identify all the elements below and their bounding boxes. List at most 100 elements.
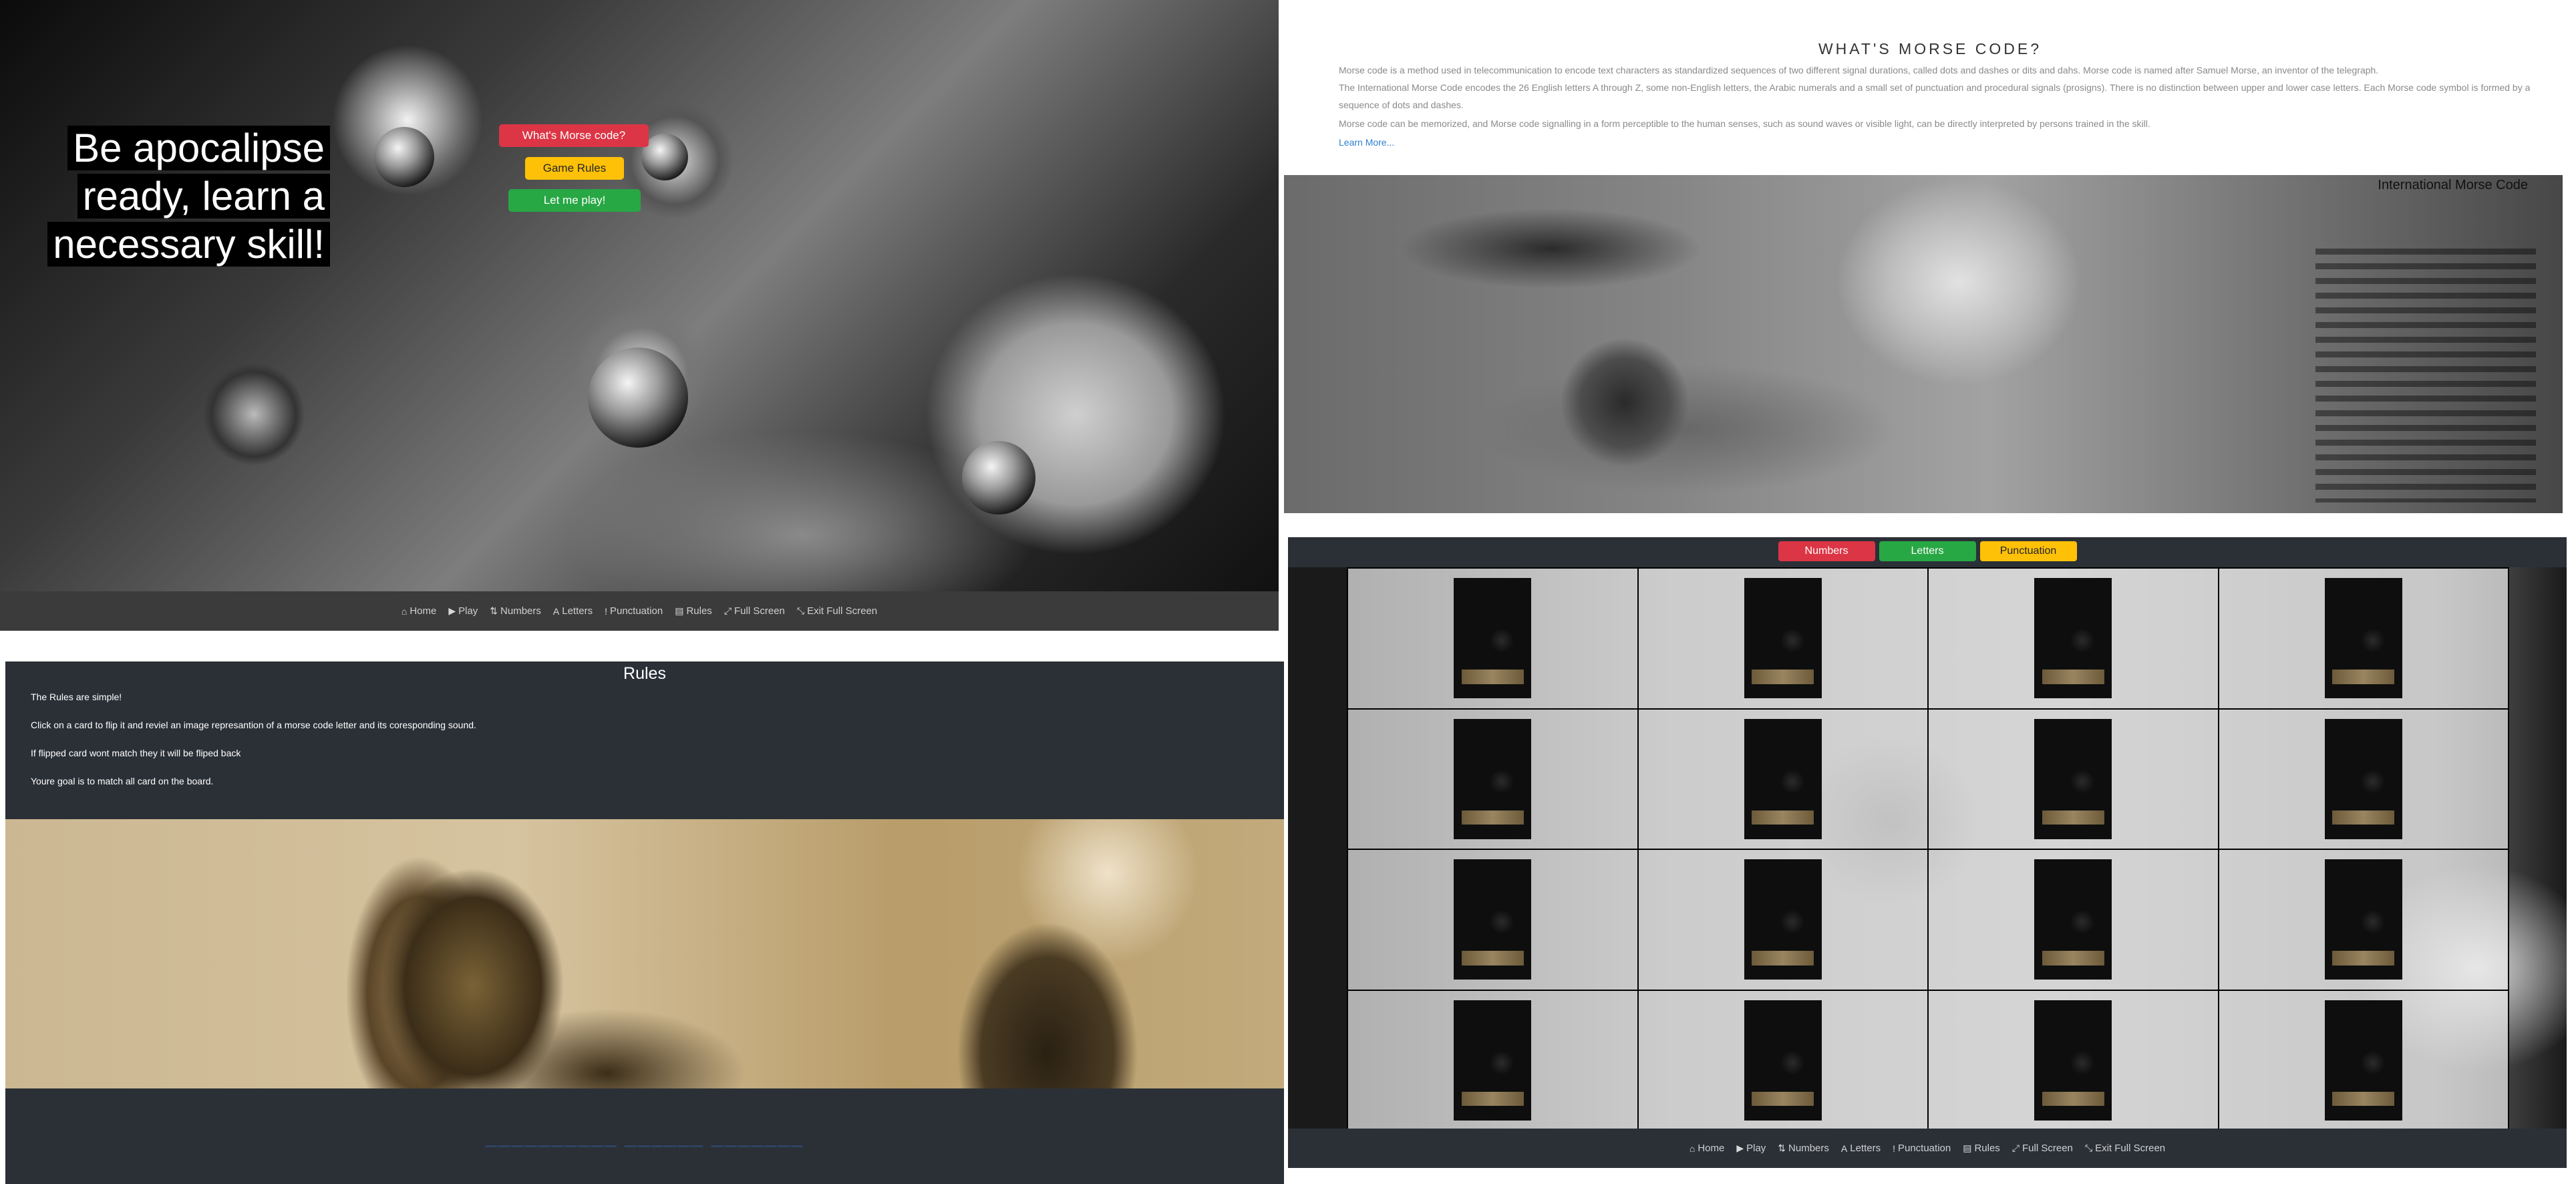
nav-label: Exit Full Screen bbox=[2095, 1143, 2166, 1154]
rules-footer: __________ ______ _______ bbox=[5, 1088, 1284, 1184]
nav-exit-fullscreen-link[interactable]: ⤡ Exit Full Screen bbox=[2085, 1143, 2165, 1154]
board-cell bbox=[1347, 568, 1638, 709]
nav-label: Numbers bbox=[1788, 1143, 1829, 1154]
book-icon: ▤ bbox=[675, 605, 684, 616]
memory-card[interactable] bbox=[2324, 578, 2402, 699]
exclamation-icon: ! bbox=[605, 605, 607, 617]
board-cell bbox=[1347, 708, 1638, 849]
nav-numbers-link[interactable]: ⇅ Numbers bbox=[490, 605, 541, 617]
board-cell bbox=[1928, 990, 2219, 1131]
memory-card[interactable] bbox=[2034, 718, 2112, 839]
nav-rules-link[interactable]: ▤ Rules bbox=[1963, 1143, 2000, 1154]
morse-code-chart-image bbox=[2315, 249, 2536, 502]
about-title: WHAT'S MORSE CODE? bbox=[1818, 40, 2042, 57]
hero-heading-line: Be apocalipse bbox=[67, 126, 330, 170]
board-cell bbox=[1637, 568, 1928, 709]
nav-label: Full Screen bbox=[734, 605, 785, 617]
hero-page: Be apocalipse ready, learn a necessary s… bbox=[0, 0, 1279, 631]
rules-box: Rules The Rules are simple! Click on a c… bbox=[5, 661, 1284, 819]
learn-more-link[interactable]: Learn More... bbox=[1339, 137, 1394, 148]
board-cell bbox=[1928, 568, 2219, 709]
board-cell bbox=[1637, 708, 1928, 849]
nav-label: Play bbox=[458, 605, 478, 617]
expand-icon: ⤢ bbox=[2011, 1143, 2020, 1153]
memory-card[interactable] bbox=[1454, 1000, 1532, 1121]
game-rules-button[interactable]: Game Rules bbox=[525, 157, 624, 180]
play-icon: ▶ bbox=[448, 605, 456, 616]
sort-numeric-icon: ⇅ bbox=[490, 605, 498, 616]
radio-knob-image bbox=[374, 127, 434, 187]
expand-icon: ⤢ bbox=[723, 605, 732, 616]
rules-title: Rules bbox=[623, 664, 666, 683]
about-paragraph: Morse code can be memorized, and Morse c… bbox=[1339, 118, 2150, 129]
nav-label: Numbers bbox=[500, 605, 541, 617]
memory-card[interactable] bbox=[2034, 1000, 2112, 1121]
footer-link[interactable]: __________ ______ _______ bbox=[5, 1123, 1284, 1148]
board-cell bbox=[1347, 849, 1638, 990]
memory-card[interactable] bbox=[2324, 859, 2402, 980]
memory-card[interactable] bbox=[2034, 578, 2112, 699]
telegraph-key-image bbox=[962, 441, 1035, 514]
nav-rules-link[interactable]: ▤ Rules bbox=[675, 605, 712, 617]
tab-numbers[interactable]: Numbers bbox=[1778, 541, 1875, 561]
board-cell bbox=[1637, 849, 1928, 990]
memory-card[interactable] bbox=[1744, 859, 1822, 980]
category-tabs: Numbers Letters Punctuation bbox=[1288, 541, 2567, 561]
nav-label: Exit Full Screen bbox=[807, 605, 878, 617]
nav-fullscreen-link[interactable]: ⤢ Full Screen bbox=[724, 605, 785, 617]
home-icon: ⌂ bbox=[1689, 1143, 1696, 1154]
nav-label: Rules bbox=[1974, 1143, 2000, 1154]
nav-fullscreen-link[interactable]: ⤢ Full Screen bbox=[2012, 1143, 2073, 1154]
tab-letters[interactable]: Letters bbox=[1879, 541, 1976, 561]
nav-home-link[interactable]: ⌂ Home bbox=[1689, 1143, 1724, 1154]
rules-line: The Rules are simple! bbox=[31, 692, 122, 702]
rules-line: Click on a card to flip it and reviel an… bbox=[31, 720, 476, 730]
lets-play-button[interactable]: Let me play! bbox=[508, 189, 641, 212]
hero-heading-line: ready, learn a bbox=[77, 174, 330, 218]
sort-numeric-icon: ⇅ bbox=[1778, 1143, 1786, 1153]
memory-card[interactable] bbox=[1454, 859, 1532, 980]
nav-letters-link[interactable]: A Letters bbox=[553, 605, 593, 617]
telegraph-sepia-photo bbox=[5, 819, 1284, 1088]
memory-card[interactable] bbox=[2324, 1000, 2402, 1121]
whats-morse-code-button[interactable]: What's Morse code? bbox=[499, 124, 649, 147]
memory-card[interactable] bbox=[1744, 1000, 1822, 1121]
bottom-navbar: ⌂ Home ▶ Play ⇅ Numbers A Letters ! Punctuati… bbox=[0, 591, 1279, 631]
tab-punctuation[interactable]: Punctuation bbox=[1979, 541, 2077, 561]
home-icon: ⌂ bbox=[401, 605, 408, 617]
nav-punctuation-link[interactable]: ! Punctuation bbox=[605, 605, 663, 617]
rules-page: Rules The Rules are simple! Click on a c… bbox=[5, 661, 1284, 1184]
nav-letters-link[interactable]: A Letters bbox=[1841, 1143, 1881, 1154]
exclamation-icon: ! bbox=[1893, 1143, 1895, 1154]
nav-numbers-link[interactable]: ⇅ Numbers bbox=[1778, 1143, 1829, 1154]
board-cell bbox=[1928, 708, 2219, 849]
memory-card[interactable] bbox=[1744, 578, 1822, 699]
nav-label: Letters bbox=[1850, 1143, 1881, 1154]
about-paragraph: The International Morse Code encodes the… bbox=[1339, 82, 2531, 110]
telegraph-key-photo: International Morse Code bbox=[1284, 175, 2563, 513]
memory-card[interactable] bbox=[1454, 718, 1532, 839]
memory-card[interactable] bbox=[2324, 718, 2402, 839]
game-page: Numbers Letters Punctuation ⌂ Home ▶ Play … bbox=[1288, 537, 2567, 1168]
compress-icon: ⤡ bbox=[796, 605, 805, 616]
nav-exit-fullscreen-link[interactable]: ⤡ Exit Full Screen bbox=[797, 605, 877, 617]
hero-heading: Be apocalipse ready, learn a necessary s… bbox=[9, 124, 330, 269]
board-cell bbox=[2218, 708, 2509, 849]
nav-home-link[interactable]: ⌂ Home bbox=[401, 605, 436, 617]
memory-card[interactable] bbox=[1454, 578, 1532, 699]
about-paragraph: Morse code is a method used in telecommu… bbox=[1339, 65, 2379, 76]
nav-play-link[interactable]: ▶ Play bbox=[1736, 1143, 1766, 1154]
font-icon: A bbox=[1840, 1143, 1848, 1154]
memory-card[interactable] bbox=[2034, 859, 2112, 980]
font-icon: A bbox=[552, 605, 560, 617]
nav-label: Punctuation bbox=[609, 605, 663, 617]
board-cell bbox=[2218, 568, 2509, 709]
bottom-navbar: ⌂ Home ▶ Play ⇅ Numbers A Letters ! Punctuati… bbox=[1288, 1129, 2567, 1168]
hero-heading-line: necessary skill! bbox=[47, 222, 330, 267]
board-cell bbox=[2218, 990, 2509, 1131]
memory-card[interactable] bbox=[1744, 718, 1822, 839]
nav-punctuation-link[interactable]: ! Punctuation bbox=[1893, 1143, 1951, 1154]
board-cell bbox=[1637, 990, 1928, 1131]
nav-play-link[interactable]: ▶ Play bbox=[448, 605, 478, 617]
board-cell bbox=[1928, 849, 2219, 990]
